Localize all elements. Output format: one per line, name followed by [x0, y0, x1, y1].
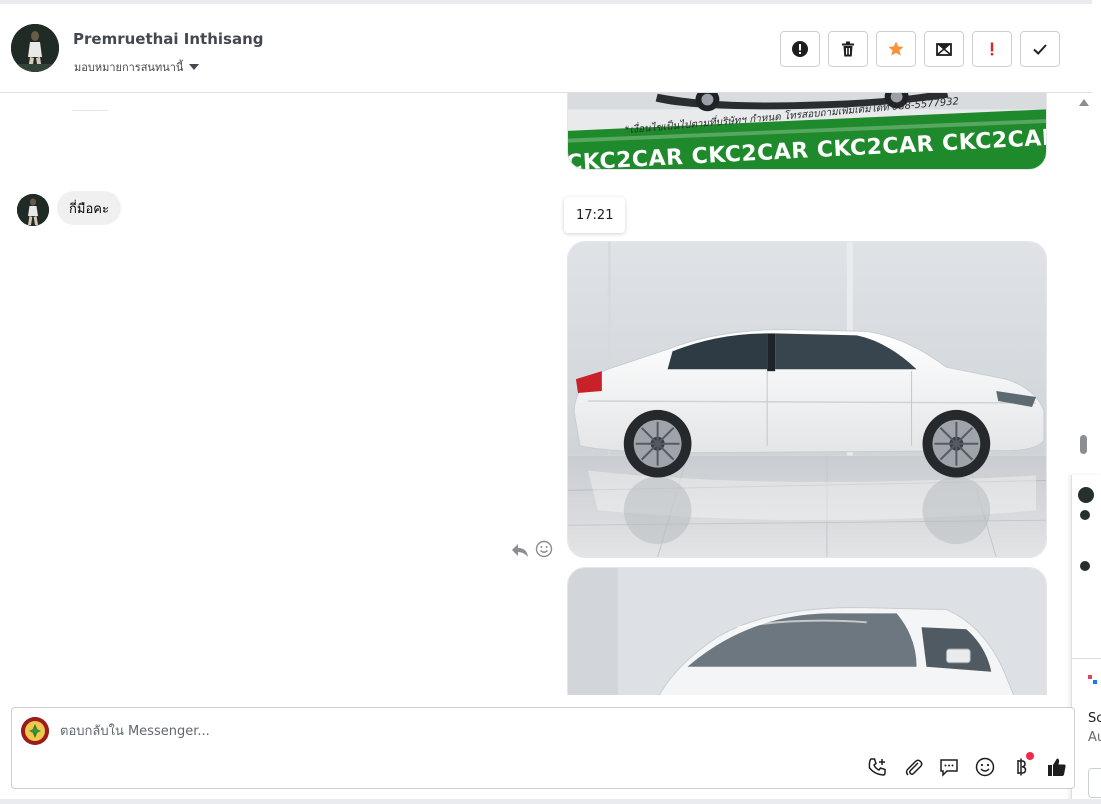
mini-avatar[interactable]	[1080, 561, 1090, 571]
car-front-image[interactable]	[567, 567, 1047, 695]
divider	[72, 110, 108, 111]
side-text-line-1: Sc	[1088, 711, 1101, 726]
reply-input[interactable]	[60, 720, 960, 742]
incoming-message-bubble[interactable]: กี่มือคะ	[57, 191, 121, 225]
car-side-image[interactable]	[567, 241, 1047, 558]
thumbs-up-icon	[1048, 758, 1066, 776]
message-thread[interactable]: *เงื่อนไขเป็นไปตามที่บริษัทฯ กำหนด โทรสอ…	[0, 93, 1070, 695]
contact-avatar[interactable]	[11, 24, 59, 72]
scrollbar-thumb[interactable]	[1080, 435, 1087, 454]
emoji-button[interactable]	[974, 756, 996, 778]
mark-unread-button[interactable]	[924, 31, 964, 67]
reply-icon[interactable]	[510, 540, 530, 560]
scroll-up-arrow[interactable]	[1079, 99, 1089, 106]
trash-icon	[842, 41, 854, 57]
assign-label: มอบหมายการสนทนานี้	[74, 61, 184, 74]
flag-important-button[interactable]	[972, 31, 1012, 67]
report-spam-button[interactable]	[780, 31, 820, 67]
star-icon	[888, 41, 904, 56]
phone-plus-icon	[868, 758, 886, 776]
sparkle-icon	[1088, 675, 1097, 684]
inbox-conversation-view: Premruethai Inthisang มอบหมายการสนทนานี้	[0, 0, 1101, 804]
divider	[1072, 658, 1101, 659]
conversation-header: Premruethai Inthisang มอบหมายการสนทนานี้	[0, 0, 1092, 93]
delete-button[interactable]	[828, 31, 868, 67]
reply-composer	[11, 707, 1075, 789]
chat-bubble-icon	[940, 759, 958, 777]
envelope-icon	[936, 43, 952, 56]
notification-dot	[1026, 752, 1034, 760]
car-promo-image[interactable]: *เงื่อนไขเป็นไปตามที่บริษัทฯ กำหนด โทรสอ…	[567, 93, 1047, 170]
caret-down-icon	[189, 64, 200, 70]
add-call-button[interactable]	[866, 756, 888, 778]
alert-circle-icon	[792, 41, 808, 57]
side-text-line-2: Au	[1088, 730, 1101, 745]
mark-done-button[interactable]	[1020, 31, 1060, 67]
message-timestamp: 17:21	[564, 197, 626, 233]
page-avatar	[21, 717, 49, 745]
bottom-edge	[0, 799, 1101, 804]
sender-avatar[interactable]	[17, 194, 49, 226]
assign-conversation-dropdown[interactable]: มอบหมายการสนทนานี้	[74, 58, 200, 76]
mini-avatar[interactable]	[1080, 510, 1090, 520]
side-panel-overlay: Sc Au	[1071, 475, 1101, 804]
saved-replies-button[interactable]	[938, 756, 960, 778]
react-emoji-icon[interactable]	[535, 540, 553, 558]
emoji-icon	[975, 757, 995, 777]
side-panel-button[interactable]	[1088, 768, 1101, 798]
attach-file-button[interactable]	[902, 756, 924, 778]
check-icon	[1033, 44, 1047, 55]
paperclip-icon	[905, 759, 923, 776]
like-button[interactable]	[1046, 756, 1068, 778]
conversation-toolbar	[780, 31, 1060, 67]
contact-name[interactable]: Premruethai Inthisang	[73, 30, 264, 48]
mini-avatar[interactable]	[1078, 487, 1094, 503]
star-button[interactable]	[876, 31, 916, 67]
exclamation-icon	[990, 42, 994, 56]
